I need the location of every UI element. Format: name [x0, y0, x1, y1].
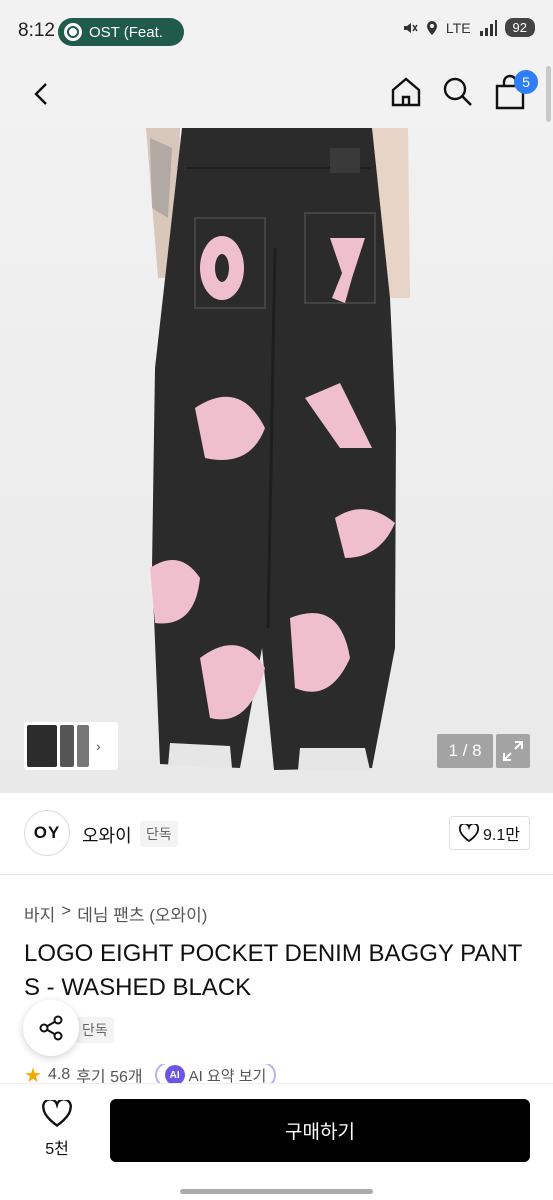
product-exclusive-badge: 단독	[76, 1017, 114, 1043]
network-type: LTE	[445, 19, 471, 36]
rating-value: 4.8	[47, 1066, 71, 1083]
ai-badge-icon: AI	[164, 1065, 185, 1085]
heart-icon	[459, 824, 480, 842]
music-disc-icon	[64, 23, 82, 41]
search-icon[interactable]	[440, 74, 476, 110]
product-image-carousel[interactable]: › 1 / 8	[0, 128, 553, 793]
thumbnail-strip[interactable]: ›	[24, 722, 118, 770]
status-icons: LTE 92	[402, 18, 535, 37]
home-indicator	[180, 1189, 373, 1194]
product-photo-baggy-jeans	[146, 128, 410, 770]
mute-icon	[403, 22, 418, 33]
expand-icon	[503, 741, 523, 761]
breadcrumb-subcategory[interactable]: 데님 팬츠 (오와이)	[77, 901, 207, 926]
expand-button[interactable]	[496, 734, 530, 768]
bottom-action-bar: 5천 구매하기	[0, 1083, 553, 1200]
exclusive-tag: 단독	[140, 821, 178, 847]
brand-like-button[interactable]: 9.1만	[449, 816, 530, 850]
cart-count-badge: 5	[514, 70, 538, 94]
media-title: OST (Feat.	[89, 23, 163, 41]
breadcrumb-category[interactable]: 바지	[24, 901, 55, 926]
wishlist-button[interactable]: 5천	[24, 1100, 90, 1162]
chevron-right-icon[interactable]: ›	[96, 738, 101, 754]
thumbnail-2[interactable]	[60, 725, 74, 767]
wishlist-count: 5천	[45, 1141, 69, 1158]
buy-button[interactable]: 구매하기	[110, 1099, 530, 1162]
home-icon[interactable]	[388, 74, 424, 110]
brand-like-count: 9.1만	[483, 827, 520, 844]
status-bar: 8:12 OST (Feat. LTE 92	[0, 0, 553, 62]
thumbnail-1[interactable]	[27, 725, 57, 767]
breadcrumb-separator: >	[61, 901, 72, 920]
share-button[interactable]	[23, 1000, 79, 1056]
media-playing-pill[interactable]: OST (Feat.	[58, 18, 184, 46]
brand-logo[interactable]: OY	[24, 810, 70, 856]
app-header: 5	[0, 62, 553, 128]
thumbnail-3[interactable]	[77, 725, 89, 767]
signal-icon	[479, 19, 497, 36]
heart-icon	[42, 1100, 72, 1127]
image-counter: 1 / 8	[437, 734, 493, 768]
breadcrumb: 바지 > 데님 팬츠 (오와이)	[24, 901, 207, 926]
brand-row[interactable]: OY 오와이 단독 9.1만	[0, 793, 553, 875]
scroll-indicator	[546, 66, 551, 122]
brand-name[interactable]: 오와이	[82, 822, 132, 848]
cart-button[interactable]: 5	[492, 70, 538, 112]
location-icon	[426, 20, 437, 35]
product-title: LOGO EIGHT POCKET DENIM BAGGY PANTS - WA…	[24, 940, 523, 1001]
battery-level: 92	[504, 18, 535, 37]
back-arrow-icon[interactable]	[24, 76, 60, 112]
status-time: 8:12	[18, 20, 55, 41]
share-icon	[39, 1015, 63, 1041]
